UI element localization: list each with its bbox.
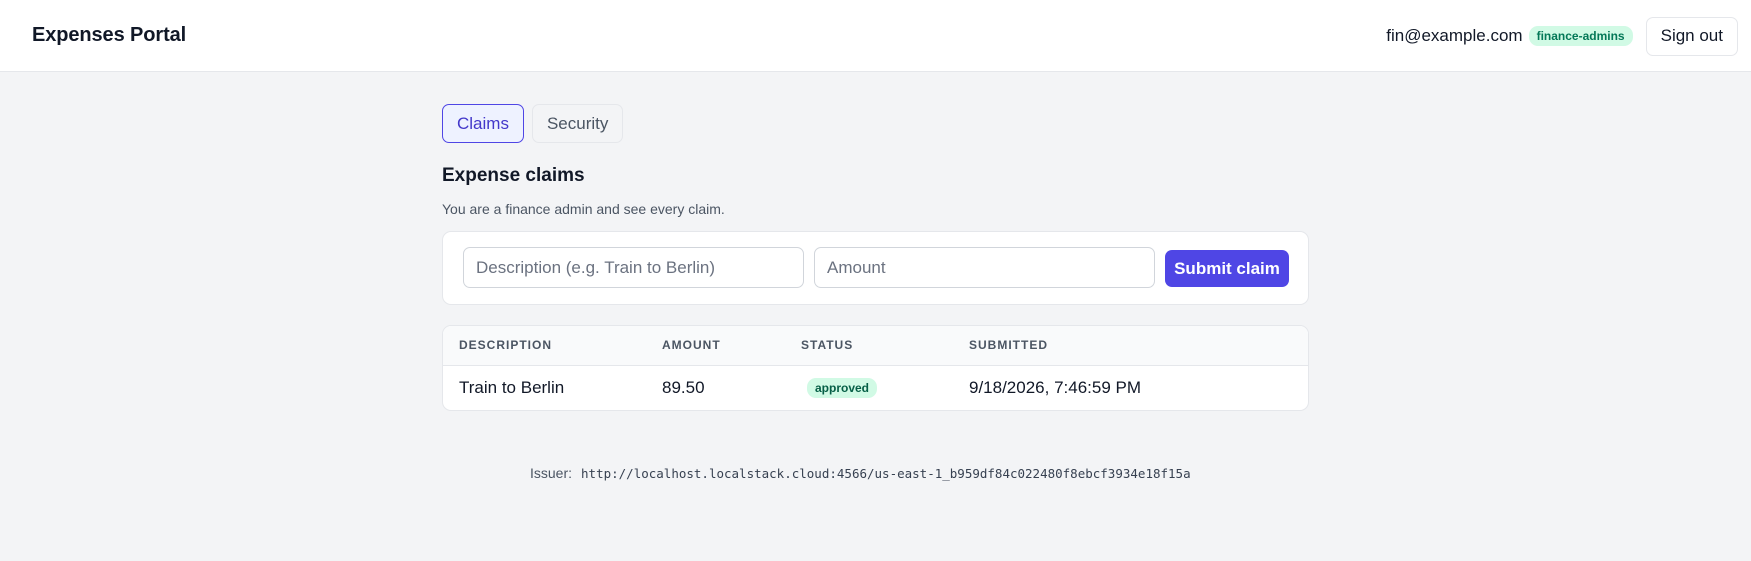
cell-status: approved xyxy=(785,365,953,410)
submit-claim-button[interactable]: Submit claim xyxy=(1165,250,1289,287)
sign-out-button[interactable]: Sign out xyxy=(1645,16,1738,56)
user-email: fin@example.com xyxy=(1386,26,1523,45)
cell-amount: 89.50 xyxy=(662,377,705,397)
tab-security[interactable]: Security xyxy=(531,104,624,143)
section-subtitle: You are a finance admin and see every cl… xyxy=(442,201,725,217)
table-header-row: DESCRIPTION AMOUNT STATUS SUBMITTED xyxy=(443,326,1308,366)
issuer-value: http://localhost.localstack.cloud:4566/u… xyxy=(581,465,1191,481)
description-input[interactable]: Description (e.g. Train to Berlin) xyxy=(463,247,804,288)
column-header-description: DESCRIPTION xyxy=(443,326,646,366)
cell-description: Train to Berlin xyxy=(459,377,565,397)
table-row: Train to Berlin 89.50 approved 9/18/2026… xyxy=(443,365,1308,410)
issuer-label: Issuer: xyxy=(530,465,573,481)
column-header-submitted: SUBMITTED xyxy=(953,326,1308,366)
user-area: fin@example.com finance-admins Sign out xyxy=(1386,16,1738,56)
top-bar: Expenses Portal fin@example.com finance-… xyxy=(0,0,1751,72)
cell-submitted: 9/18/2026, 7:46:59 PM xyxy=(969,377,1142,397)
app-title: Expenses Portal xyxy=(32,24,187,46)
column-header-amount: AMOUNT xyxy=(646,326,785,366)
tab-bar: Claims Security xyxy=(442,104,1309,143)
section-title: Expense claims xyxy=(442,165,585,186)
claims-table: DESCRIPTION AMOUNT STATUS SUBMITTED Trai… xyxy=(443,326,1308,410)
tab-claims[interactable]: Claims xyxy=(442,104,524,143)
amount-input[interactable]: Amount xyxy=(814,247,1155,288)
claims-table-card: DESCRIPTION AMOUNT STATUS SUBMITTED Trai… xyxy=(442,325,1309,411)
main-content: Claims Security Expense claims You are a… xyxy=(442,104,1309,411)
claim-form: Description (e.g. Train to Berlin) Amoun… xyxy=(442,231,1309,305)
column-header-status: STATUS xyxy=(785,326,953,366)
group-badge: finance-admins xyxy=(1528,26,1633,46)
issuer-footer: Issuer: http://localhost.localstack.clou… xyxy=(530,465,1191,481)
status-badge: approved xyxy=(807,378,878,399)
